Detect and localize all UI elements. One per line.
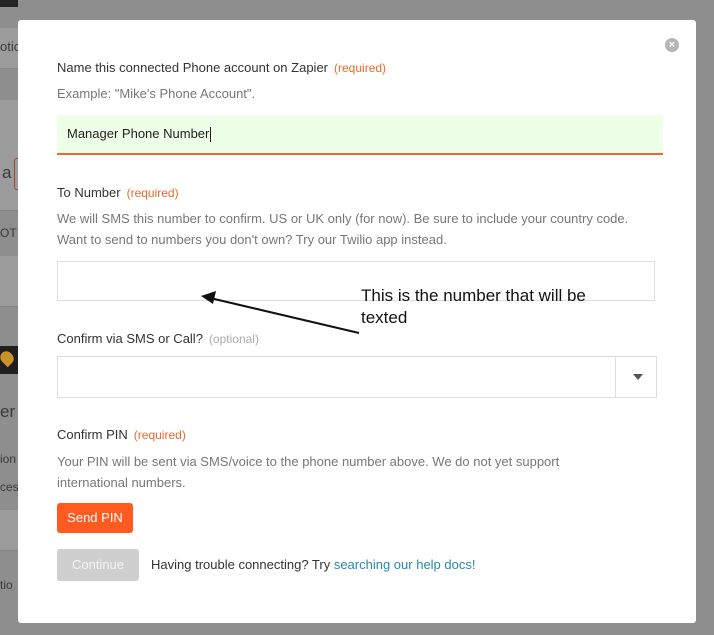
- annotation-text: This is the number that will be texted: [361, 286, 586, 327]
